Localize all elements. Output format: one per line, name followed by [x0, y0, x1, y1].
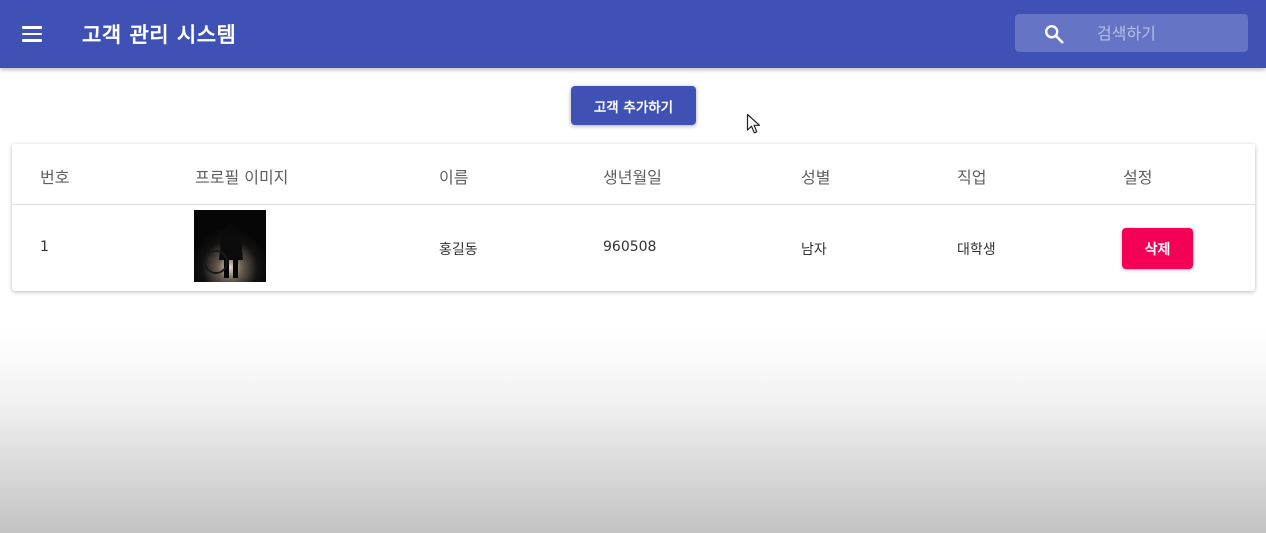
header-profile-image: 프로필 이미지	[195, 168, 289, 187]
search-input[interactable]	[1097, 14, 1242, 52]
header-settings: 설정	[1123, 168, 1153, 187]
header-number: 번호	[40, 168, 70, 187]
search-icon	[1045, 25, 1064, 44]
app-bar: 고객 관리 시스템	[0, 0, 1266, 68]
header-gender: 성별	[801, 168, 831, 187]
search-box[interactable]	[1015, 14, 1248, 52]
cell-number: 1	[40, 239, 49, 255]
cell-gender: 남자	[801, 242, 827, 258]
cell-name: 홍길동	[439, 242, 478, 258]
table-row: 1 홍길동 960508 남자 대학생 삭제	[12, 205, 1255, 291]
menu-icon[interactable]	[14, 16, 50, 52]
profile-photo	[194, 210, 266, 282]
cell-job: 대학생	[957, 242, 996, 258]
cell-birthday: 960508	[603, 239, 657, 255]
table-header-row: 번호 프로필 이미지 이름 생년월일 성별 직업 설정	[12, 144, 1255, 205]
header-job: 직업	[957, 168, 987, 187]
mouse-cursor-icon	[746, 113, 761, 134]
delete-button[interactable]: 삭제	[1122, 228, 1193, 269]
customer-table: 번호 프로필 이미지 이름 생년월일 성별 직업 설정 1 홍길동 960508…	[12, 144, 1255, 291]
header-birthday: 생년월일	[603, 168, 662, 187]
app-title: 고객 관리 시스템	[82, 23, 237, 47]
header-name: 이름	[439, 168, 469, 187]
add-customer-button[interactable]: 고객 추가하기	[571, 86, 696, 125]
